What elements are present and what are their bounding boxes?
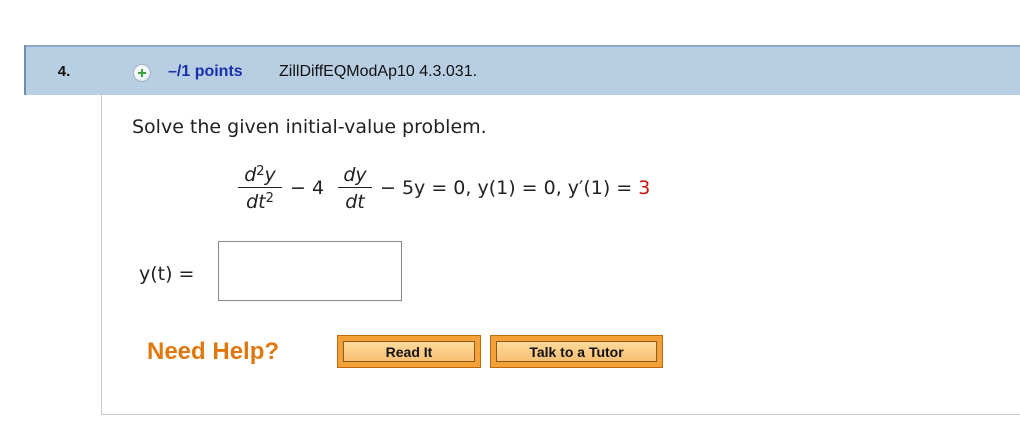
minus-coefficient: − 4 [290,177,325,199]
points-label: –/1 points [168,63,243,80]
answer-input[interactable] [218,241,402,301]
header-divider [24,45,26,95]
initial-value: 3 [638,177,651,199]
talk-to-tutor-button[interactable]: Talk to a Tutor [490,335,663,368]
first-derivative-fraction: dy dt [338,164,372,213]
need-help-label: Need Help? [147,338,280,365]
talk-to-tutor-button-label: Talk to a Tutor [496,341,657,362]
read-it-button-label: Read It [343,341,475,362]
equation-conditions: − 5y = 0, y(1) = 0, y′(1) = 3 [380,177,651,199]
question-id: ZillDiffEQModAp10 4.3.031. [279,63,478,80]
question-number: 4. [57,63,71,80]
differential-equation: d2y dt2 − 4 dy dt − 5y = 0, y(1) = 0, y′… [226,164,766,234]
question-prompt: Solve the given initial-value problem. [132,116,487,138]
read-it-button[interactable]: Read It [337,335,481,368]
expand-plus-icon[interactable] [133,64,151,82]
question-header-bar: 4. –/1 points ZillDiffEQModAp10 4.3.031. [24,45,1020,95]
answer-label: y(t) = [139,263,195,285]
second-derivative-fraction: d2y dt2 [238,164,282,213]
